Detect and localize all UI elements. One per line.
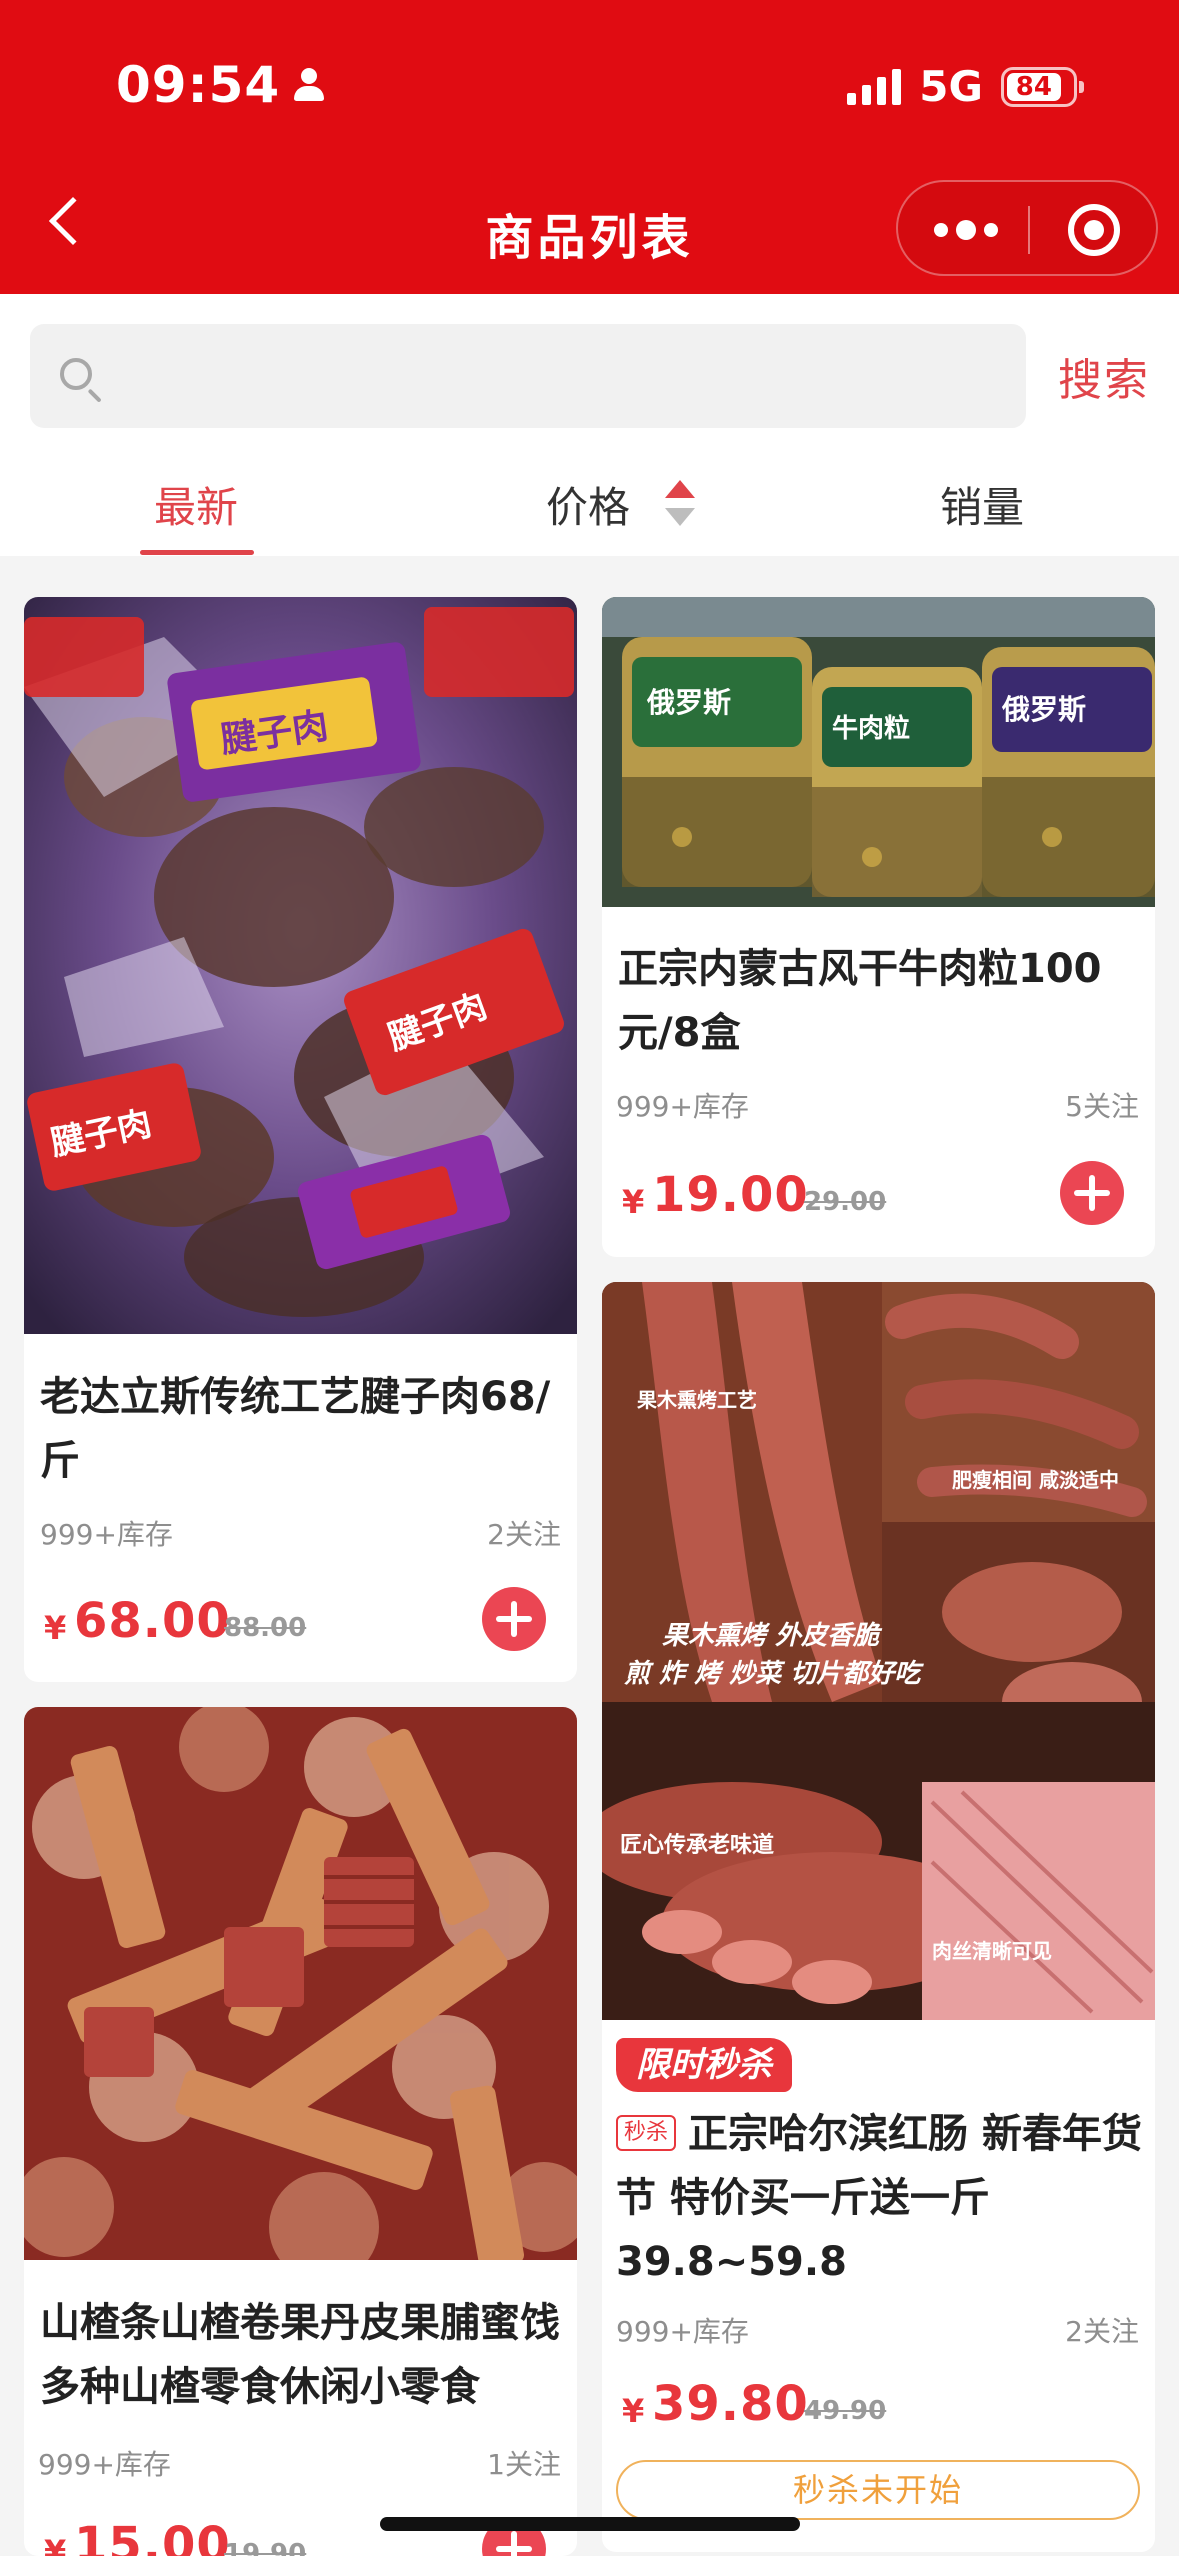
product-card[interactable]: 腱子肉 腱子肉 腱子肉 老达立斯传统工艺腱子肉68/斤 999+库存 2关注 ¥… <box>24 597 577 1682</box>
product-image[interactable]: 俄罗斯 牛肉粒 俄罗斯 <box>602 597 1155 907</box>
price: 68.00 <box>74 1593 231 1649</box>
svg-text:果木熏烤工艺: 果木熏烤工艺 <box>637 1388 757 1412</box>
search-and-filter: 搜索 最新 价格 销量 <box>0 294 1179 556</box>
stock-label: 999+库存 <box>40 1518 173 1551</box>
product-image[interactable]: 腱子肉 腱子肉 腱子肉 <box>24 597 577 1334</box>
currency-symbol: ¥ <box>44 2533 67 2556</box>
tab-sales[interactable]: 销量 <box>940 474 1024 535</box>
product-title-text: 正宗哈尔滨红肠 新春年货节 特价买一斤送一斤 39.8~59.8 <box>616 2111 1142 2285</box>
currency-symbol: ¥ <box>622 2392 645 2430</box>
currency-symbol: ¥ <box>44 1609 67 1647</box>
price: 15.00 <box>74 2517 231 2556</box>
stock-label: 999+库存 <box>38 2448 171 2481</box>
product-title[interactable]: 正宗内蒙古风干牛肉粒100元/8盒 <box>618 937 1138 1065</box>
svg-text:匠心传承老味道: 匠心传承老味道 <box>620 1832 774 1858</box>
tab-price[interactable]: 价格 <box>546 474 630 535</box>
battery-icon: 84 <box>1001 66 1084 107</box>
close-target-icon[interactable] <box>1068 204 1120 256</box>
svg-text:牛肉粒: 牛肉粒 <box>832 713 910 744</box>
sort-arrows-icon[interactable] <box>665 478 697 530</box>
original-price: 29.00 <box>804 1187 887 1217</box>
svg-text:煎 炸 烤 炒菜 切片都好吃: 煎 炸 烤 炒菜 切片都好吃 <box>624 1659 924 1689</box>
home-indicator[interactable] <box>380 2517 800 2531</box>
product-card-flash-sale[interactable]: 果木熏烤工艺 肥瘦相间 咸淡适中 果木熏烤 外皮香脆 煎 炸 烤 炒菜 切片都好… <box>602 1282 1155 2552</box>
price: 19.00 <box>652 1167 809 1223</box>
follow-count: 2关注 <box>487 1518 561 1551</box>
search-input[interactable] <box>30 324 1026 428</box>
svg-text:俄罗斯: 俄罗斯 <box>646 686 731 719</box>
seckill-not-started-button[interactable]: 秒杀未开始 <box>616 2460 1140 2520</box>
original-price: 49.90 <box>804 2396 887 2426</box>
flash-sale-badge: 限时秒杀 <box>616 2038 792 2092</box>
product-card[interactable]: 山楂条山楂卷果丹皮果脯蜜饯多种山楂零食休闲小零食 999+库存 1关注 ¥ 15… <box>24 1707 577 2556</box>
original-price: 88.00 <box>224 1613 307 1643</box>
mini-program-capsule <box>896 180 1158 276</box>
product-title[interactable]: 秒杀 正宗哈尔滨红肠 新春年货节 特价买一斤送一斤 39.8~59.8 <box>616 2102 1146 2294</box>
status-indicators: 5G 84 <box>847 62 1084 111</box>
person-icon <box>294 68 325 102</box>
status-time: 09:54 <box>116 56 325 114</box>
follow-count: 1关注 <box>487 2448 561 2481</box>
top-bar: 09:54 5G 84 商品列表 <box>0 0 1179 294</box>
product-title[interactable]: 老达立斯传统工艺腱子肉68/斤 <box>40 1365 560 1493</box>
stock-label: 999+库存 <box>616 2315 749 2348</box>
currency-symbol: ¥ <box>622 1183 645 1221</box>
add-to-cart-icon[interactable] <box>1060 1161 1124 1225</box>
product-card[interactable]: 俄罗斯 牛肉粒 俄罗斯 正宗内蒙古风干牛肉粒100元/8盒 999+库存 5关注… <box>602 597 1155 1257</box>
signal-icon <box>847 68 902 105</box>
active-tab-indicator <box>140 550 254 555</box>
product-image[interactable] <box>24 1707 577 2260</box>
svg-text:肥瘦相间 咸淡适中: 肥瘦相间 咸淡适中 <box>952 1468 1119 1492</box>
svg-text:俄罗斯: 俄罗斯 <box>1001 693 1086 726</box>
search-button[interactable]: 搜索 <box>1058 344 1150 408</box>
svg-text:肉丝清晰可见: 肉丝清晰可见 <box>932 1939 1052 1963</box>
add-to-cart-icon[interactable] <box>482 1587 546 1651</box>
stock-label: 999+库存 <box>616 1090 749 1123</box>
search-icon <box>58 356 104 403</box>
seckill-tag: 秒杀 <box>616 2115 677 2151</box>
more-icon[interactable] <box>934 218 998 242</box>
product-title[interactable]: 山楂条山楂卷果丹皮果脯蜜饯多种山楂零食休闲小零食 <box>40 2291 570 2419</box>
clock: 09:54 <box>116 56 281 114</box>
follow-count: 5关注 <box>1065 1090 1139 1123</box>
capsule-divider <box>1028 206 1030 254</box>
price: 39.80 <box>652 2376 809 2432</box>
product-image[interactable]: 果木熏烤工艺 肥瘦相间 咸淡适中 果木熏烤 外皮香脆 煎 炸 烤 炒菜 切片都好… <box>602 1282 1155 2020</box>
original-price: 19.90 <box>224 2539 307 2556</box>
follow-count: 2关注 <box>1065 2315 1139 2348</box>
battery-level: 84 <box>1015 71 1052 102</box>
svg-text:果木熏烤 外皮香脆: 果木熏烤 外皮香脆 <box>662 1621 883 1651</box>
tab-newest[interactable]: 最新 <box>154 474 238 535</box>
network-label: 5G <box>919 62 983 111</box>
